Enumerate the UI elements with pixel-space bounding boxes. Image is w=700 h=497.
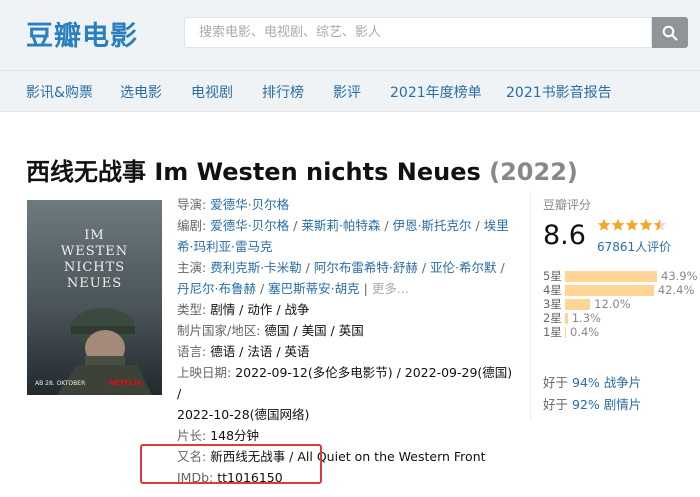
writer-label: 编剧 (177, 218, 203, 233)
runtime-label: 片长: (177, 428, 207, 443)
rating-row: 4星 42.4% (543, 283, 694, 297)
runtime-value: 148分钟 (210, 428, 260, 443)
search-icon (662, 25, 678, 41)
poster-brand: NETFLIX (109, 379, 142, 387)
search-button[interactable] (652, 17, 688, 48)
rating-bar (565, 312, 568, 324)
runtime-row: 片长: 148分钟 (177, 425, 515, 446)
rating-row-pct: 1.3% (571, 311, 601, 325)
cast-label: 主演 (177, 260, 203, 275)
better-than-row: 好于 94% 战争片 (543, 375, 642, 390)
rating-row: 1星 0.4% (543, 325, 599, 339)
cast-row: 主演: 费利克斯·卡米勒 / 阿尔布雷希特·舒赫 / 亚伦·希尔默 / 丹尼尔·… (177, 260, 505, 296)
nav-item-annual-list[interactable]: 2021年度榜单 (390, 82, 482, 102)
imdb-highlight-box (140, 444, 322, 484)
country-value: 德国 / 美国 / 英国 (264, 323, 364, 338)
movie-title-text: 西线无战事 Im Westen nichts Neues (26, 158, 481, 186)
better-than-genre[interactable]: 战争片 (604, 375, 642, 390)
nav-item-explore-movies[interactable]: 选电影 (120, 82, 162, 102)
rating-row: 2星 1.3% (543, 311, 601, 325)
star-icon (653, 218, 667, 231)
cast-link[interactable]: 亚伦·希尔默 (430, 260, 496, 275)
rating-score: 8.6 (543, 220, 586, 251)
nav-item-reviews[interactable]: 影评 (333, 82, 361, 102)
rating-row-pct: 12.0% (594, 297, 631, 311)
language-row: 语言: 德语 / 法语 / 英语 (177, 341, 515, 362)
star-icon (611, 218, 625, 231)
director-label: 导演 (177, 197, 203, 212)
release-value-2: 2022-10-28(德国网络) (177, 407, 310, 422)
movie-poster[interactable]: IM WESTEN NICHTS NEUES AB 28. OKTOBER NE… (27, 200, 162, 395)
star-icon (639, 218, 653, 231)
vote-count-link[interactable]: 67861人评价 (597, 238, 671, 255)
search-input[interactable] (185, 18, 651, 47)
rating-bar (565, 270, 657, 282)
release-row: 上映日期: 2022-09-12(多伦多电影节) / 2022-09-29(德国… (177, 362, 515, 425)
rating-row: 3星 12.0% (543, 297, 631, 311)
star-icon (597, 218, 611, 231)
cast-link[interactable]: 阿尔布雷希特·舒赫 (314, 260, 418, 275)
nav-item-charts[interactable]: 排行榜 (262, 82, 304, 102)
rating-row-pct: 43.9% (661, 269, 698, 283)
country-label: 制片国家/地区: (177, 323, 261, 338)
top-bar: 豆瓣电影 (0, 0, 700, 70)
genre-value: 剧情 / 动作 / 战争 (210, 302, 310, 317)
rating-row-pct: 42.4% (657, 283, 695, 297)
better-than-genre[interactable]: 剧情片 (604, 397, 642, 412)
language-label: 语言: (177, 344, 207, 359)
rating-bar (565, 298, 591, 310)
rating-panel: 豆瓣评分 8.6 67861人评价 5星 43.9% 4星 42.4% 3星 12.0% 2… (530, 190, 700, 420)
cast-link[interactable]: 费利克斯·卡米勒 (210, 260, 301, 275)
douban-movie-logo[interactable]: 豆瓣电影 (26, 14, 138, 53)
writer-row: 编剧: 爱德华·贝尔格 / 莱斯莉·帕特森 / 伊恩·斯托克尔 / 埃里希·玛利… (177, 218, 509, 254)
nav-item-tv[interactable]: 电视剧 (191, 82, 233, 102)
rating-bar (565, 326, 566, 338)
movie-title: 西线无战事 Im Westen nichts Neues (2022) (26, 152, 578, 187)
rating-row-label: 1星 (543, 325, 562, 339)
rating-row: 5星 43.9% (543, 269, 698, 283)
writer-link[interactable]: 莱斯莉·帕特森 (301, 218, 380, 233)
nav-item-annual-report[interactable]: 2021书影音报告 (506, 82, 612, 102)
rating-label: 豆瓣评分 (543, 198, 592, 212)
search-box[interactable] (184, 17, 652, 48)
rating-stars (597, 218, 667, 232)
cast-link[interactable]: 丹尼尔·布鲁赫 (177, 281, 256, 296)
director-link[interactable]: 爱德华·贝尔格 (210, 197, 289, 212)
rating-bar (565, 284, 654, 296)
country-row: 制片国家/地区: 德国 / 美国 / 英国 (177, 320, 515, 341)
better-than-row: 好于 92% 剧情片 (543, 397, 642, 412)
better-than-pct[interactable]: 92% (572, 397, 600, 412)
language-value: 德语 / 法语 / 英语 (210, 344, 310, 359)
rating-row-pct: 0.4% (570, 325, 600, 339)
release-label: 上映日期: (177, 365, 232, 380)
genre-label: 类型: (177, 302, 207, 317)
cast-link[interactable]: 塞巴斯蒂安·胡克 (268, 281, 359, 296)
poster-date: AB 28. OKTOBER (35, 380, 86, 387)
genre-row: 类型: 剧情 / 动作 / 战争 (177, 299, 515, 320)
nav-item-showtimes[interactable]: 影讯&购票 (26, 82, 93, 102)
star-icon (625, 218, 639, 231)
writer-link[interactable]: 爱德华·贝尔格 (210, 218, 289, 233)
writer-link[interactable]: 伊恩·斯托克尔 (393, 218, 472, 233)
movie-year: (2022) (489, 158, 578, 186)
main-nav: 影讯&购票 选电影 电视剧 排行榜 影评 2021年度榜单 2021书影音报告 (0, 70, 700, 112)
cast-more-link[interactable]: 更多... (372, 281, 409, 296)
poster-title: IM WESTEN NICHTS NEUES (60, 228, 129, 291)
better-than-pct[interactable]: 94% (572, 375, 600, 390)
director-row: 导演: 爱德华·贝尔格 (177, 197, 290, 212)
